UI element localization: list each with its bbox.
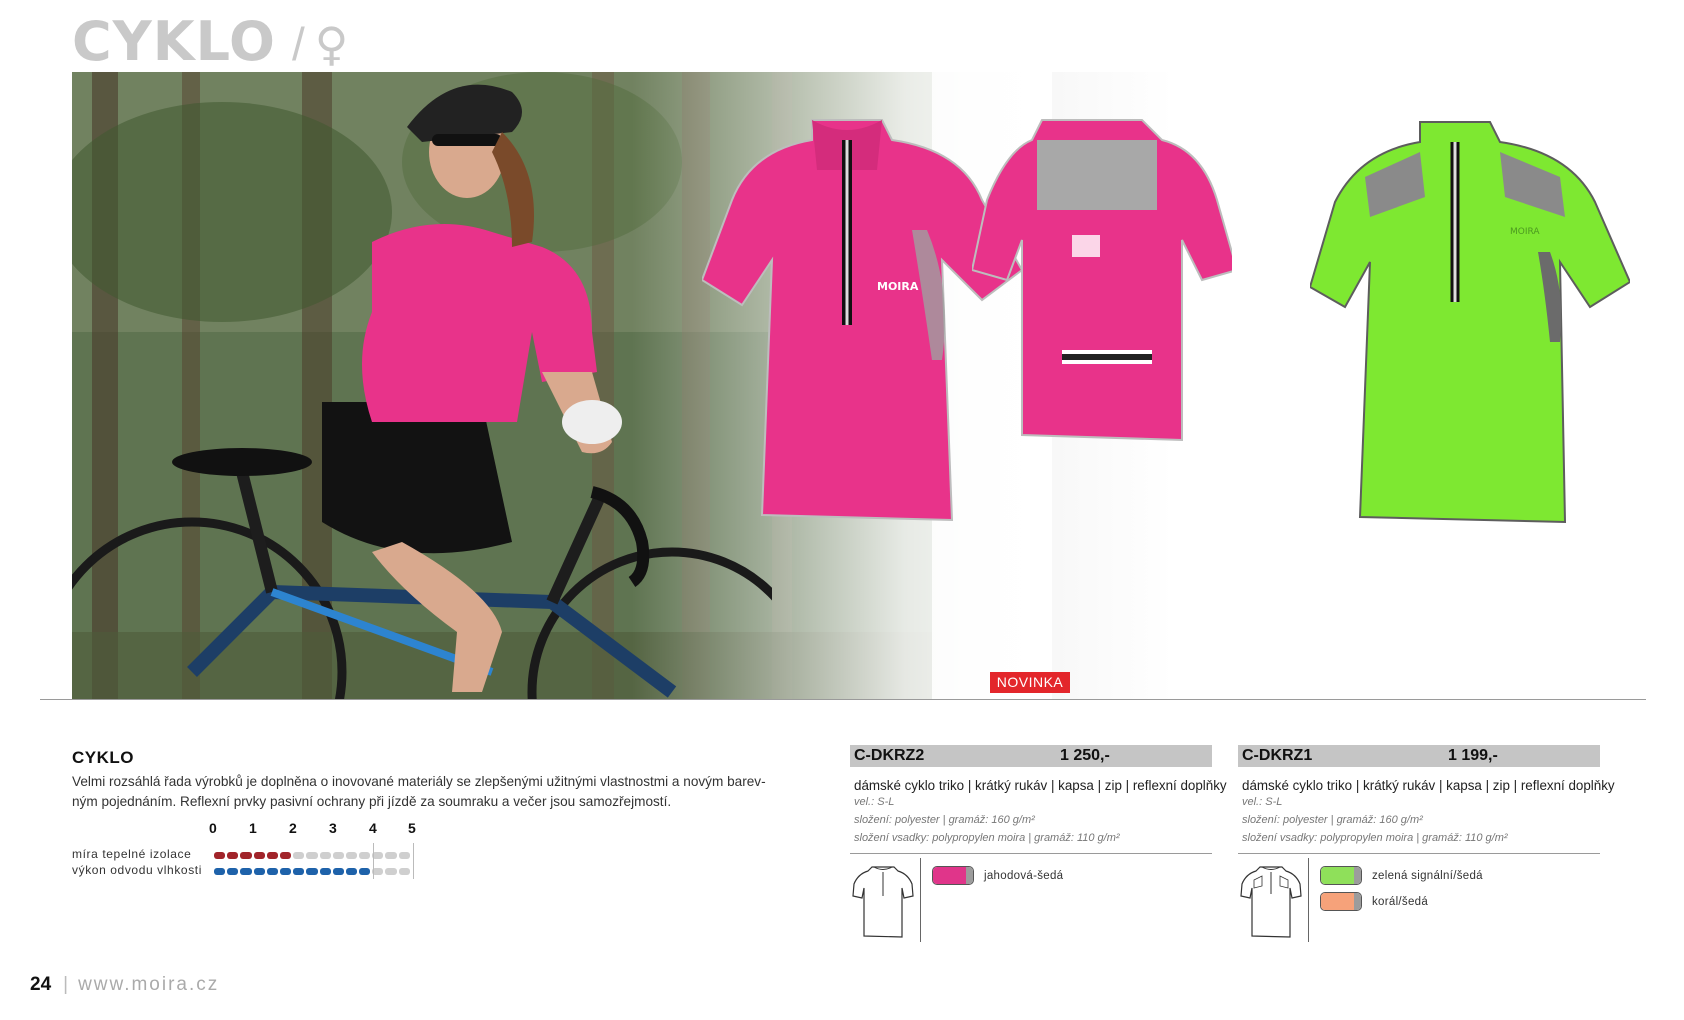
section-title: CYKLO <box>72 748 134 767</box>
scale-segment <box>345 852 358 859</box>
scale-segment <box>227 868 239 875</box>
scale-segment <box>253 868 265 875</box>
page-title: CYKLO / ♀ <box>72 10 349 73</box>
product-colors: zelená signální/šedá korál/šedá <box>1238 854 1600 944</box>
color-pill <box>1320 892 1362 911</box>
scale-segment <box>214 868 226 875</box>
color-pill <box>1320 866 1362 885</box>
moisture-wicking-bars <box>214 868 410 875</box>
product-size: vel.: S-L <box>854 796 895 808</box>
product-header: C-DKRZ2 1 250,- <box>850 745 1212 767</box>
product-description: dámské cyklo triko | krátký rukáv | kaps… <box>854 778 1227 793</box>
product-header: C-DKRZ1 1 199,- <box>1238 745 1600 767</box>
scale-tick <box>373 843 374 879</box>
scale-tick <box>413 843 414 879</box>
scale-segment <box>266 868 278 875</box>
scale-segment <box>398 852 410 859</box>
page-footer: 24 | www.moira.cz <box>30 974 219 996</box>
jersey-green-front-photo: MOIRA <box>1310 121 1630 524</box>
scale-segment <box>306 868 318 875</box>
product-colors: jahodová-šedá <box>850 854 1212 944</box>
scale-segment <box>332 852 344 859</box>
novinka-badge: NOVINKA <box>990 672 1070 693</box>
product-price: 1 250,- <box>1060 747 1110 764</box>
thermal-insulation-bars <box>214 852 410 859</box>
scale-segment <box>359 868 371 875</box>
thermal-insulation-label: míra tepelné izolace <box>72 847 192 861</box>
scale-segment <box>293 868 305 875</box>
scale-segment <box>240 852 252 859</box>
color-swatch[interactable]: zelená signální/šedá <box>1320 866 1483 885</box>
scale-segment <box>385 852 397 859</box>
title-text: CYKLO <box>72 10 276 73</box>
scale-number: 4 <box>369 820 377 836</box>
product-composition: složení: polyester | gramáž: 160 g/m² <box>854 814 1035 826</box>
scale-segment <box>306 852 318 859</box>
scale-segment <box>240 868 252 875</box>
scale-segment <box>266 852 278 859</box>
scale-segment <box>214 852 226 859</box>
product-insert: složení vsadky: polypropylen moira | gra… <box>854 832 1120 844</box>
color-swatch[interactable]: jahodová-šedá <box>932 866 1063 885</box>
scale-segment <box>332 868 344 875</box>
scale-number: 3 <box>329 820 337 836</box>
title-separator: / <box>291 18 305 70</box>
product-code: C-DKRZ1 <box>1242 747 1313 764</box>
scale-segment <box>293 852 305 859</box>
product-size: vel.: S-L <box>1242 796 1283 808</box>
scale-segment <box>319 868 331 875</box>
tshirt-outline-icon <box>852 866 914 938</box>
colors-separator <box>1308 858 1309 942</box>
color-label: korál/šedá <box>1372 895 1429 908</box>
tshirt-outline-icon <box>1240 866 1302 938</box>
scale-segment <box>253 852 265 859</box>
scale-number: 5 <box>408 820 416 836</box>
scale-segment <box>385 868 397 875</box>
color-label: zelená signální/šedá <box>1372 869 1483 882</box>
footer-separator: | <box>63 974 69 995</box>
jersey-pink-back-photo <box>972 119 1232 442</box>
scale-segment <box>398 868 410 875</box>
scale-segment <box>279 852 292 859</box>
product-code: C-DKRZ2 <box>854 747 925 764</box>
page-number: 24 <box>30 974 52 995</box>
moisture-wicking-label: výkon odvodu vlhkosti <box>72 863 202 877</box>
color-pill <box>932 866 974 885</box>
scale-segment <box>345 868 358 875</box>
divider-line <box>40 699 1646 700</box>
hero-image: MOIRA MOIRA <box>72 72 1646 700</box>
scale-number: 2 <box>289 820 297 836</box>
product-insert: složení vsadky: polypropylen moira | gra… <box>1242 832 1508 844</box>
product-price: 1 199,- <box>1448 747 1498 764</box>
product-composition: složení: polyester | gramáž: 160 g/m² <box>1242 814 1423 826</box>
scale-numbers: 0 1 2 3 4 5 <box>205 820 416 838</box>
colors-separator <box>920 858 921 942</box>
scale-segment <box>359 852 371 859</box>
color-swatch[interactable]: korál/šedá <box>1320 892 1428 911</box>
female-symbol-icon: ♀ <box>314 17 349 71</box>
scale-segment <box>227 852 239 859</box>
product-c-dkrz2: C-DKRZ2 1 250,- dámské cyklo triko | krá… <box>850 745 1227 944</box>
scale-number: 0 <box>209 820 217 836</box>
cyclist-photo <box>72 84 772 700</box>
scale-segment <box>279 868 292 875</box>
product-description: dámské cyklo triko | krátký rukáv | kaps… <box>1242 778 1615 793</box>
website-link[interactable]: www.moira.cz <box>78 974 219 996</box>
scale-segment <box>319 852 331 859</box>
scale-number: 1 <box>249 820 257 836</box>
svg-text:MOIRA: MOIRA <box>1510 227 1540 237</box>
section-description: Velmi rozsáhlá řada výrobků je doplněna … <box>72 774 766 809</box>
svg-text:MOIRA: MOIRA <box>877 280 919 293</box>
product-c-dkrz1: C-DKRZ1 1 199,- dámské cyklo triko | krá… <box>1238 745 1615 944</box>
color-label: jahodová-šedá <box>984 869 1064 882</box>
